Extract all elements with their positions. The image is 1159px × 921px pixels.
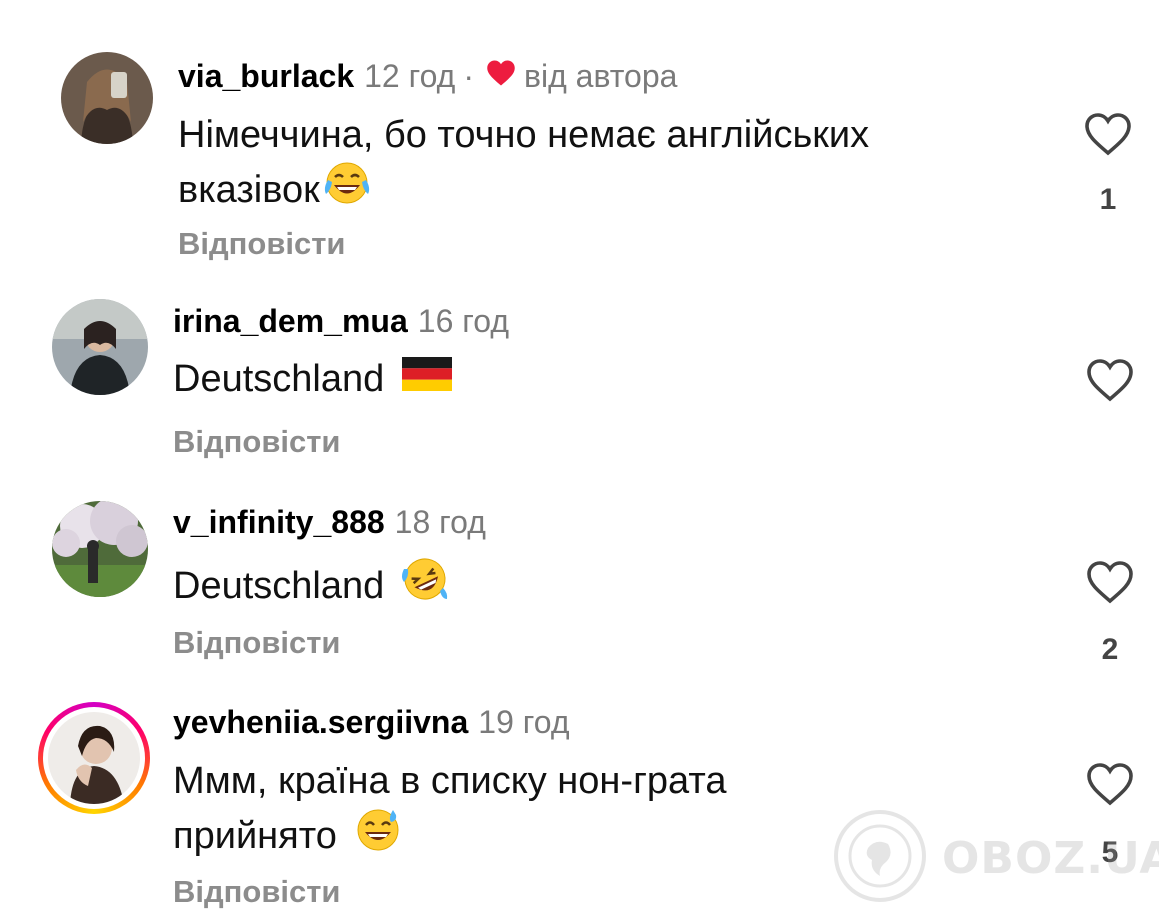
rolling-laughing-emoji-icon [400, 555, 450, 616]
watermark-text: OBOZ.UA [942, 832, 1159, 884]
comment-text-line: Ммм, країна в списку нон-грата [173, 760, 727, 802]
tears-of-joy-emoji-icon [322, 160, 372, 219]
separator-dot: · [463, 58, 474, 94]
comment-header: yevheniia.sergiivna 19 год [173, 704, 569, 741]
timestamp: 18 год [394, 504, 486, 540]
username[interactable]: yevheniia.sergiivna [173, 704, 468, 741]
comment-header: v_infinity_888 18 год [173, 504, 486, 541]
reply-button[interactable]: Відповісти [173, 424, 341, 460]
username[interactable]: v_infinity_888 [173, 504, 385, 541]
comment-text: Німеччина, бо точно немає англійських вк… [178, 110, 869, 219]
watermark-globe-icon [832, 808, 928, 909]
comment-text-line: Німеччина, бо точно немає англійських [178, 114, 870, 156]
like-heart-icon[interactable] [1086, 358, 1134, 407]
comment-header: irina_dem_mua 16 год [173, 303, 509, 340]
comment-text-line: Deutschland [173, 358, 385, 400]
timestamp: 16 год [417, 303, 509, 339]
like-heart-icon[interactable] [1084, 112, 1132, 161]
avatar[interactable] [48, 712, 140, 804]
avatar[interactable] [61, 52, 153, 144]
avatar[interactable] [52, 299, 148, 395]
username[interactable]: via_burlack [178, 58, 354, 95]
comment-text: Deutschland [173, 354, 453, 404]
like-count: 1 [1099, 183, 1117, 216]
timestamp: 19 год [478, 704, 570, 740]
comment-text: Deutschland [173, 555, 450, 616]
comment-text-line: Deutschland [173, 564, 385, 607]
comment-text-line: вказівок [178, 168, 320, 211]
reply-button[interactable]: Відповісти [178, 226, 346, 262]
german-flag-emoji-icon [402, 354, 453, 404]
username[interactable]: irina_dem_mua [173, 303, 408, 340]
reply-button[interactable]: Відповісти [173, 874, 341, 910]
avatar[interactable] [52, 501, 148, 597]
liked-by-author-heart-icon [486, 58, 516, 95]
like-heart-icon[interactable] [1086, 560, 1134, 609]
like-heart-icon[interactable] [1086, 762, 1134, 811]
watermark: OBOZ.UA [832, 806, 1159, 910]
reply-button[interactable]: Відповісти [173, 625, 341, 661]
comment-header: via_burlack 12 год · від автора [178, 58, 677, 95]
comment-text: Ммм, країна в списку нон-грата прийнято [173, 756, 726, 865]
timestamp: 12 год [364, 58, 456, 94]
comment-text-line: прийнято [173, 814, 337, 857]
like-count: 2 [1101, 633, 1119, 666]
author-note: від автора [523, 58, 678, 94]
sweat-smile-emoji-icon [353, 806, 403, 865]
